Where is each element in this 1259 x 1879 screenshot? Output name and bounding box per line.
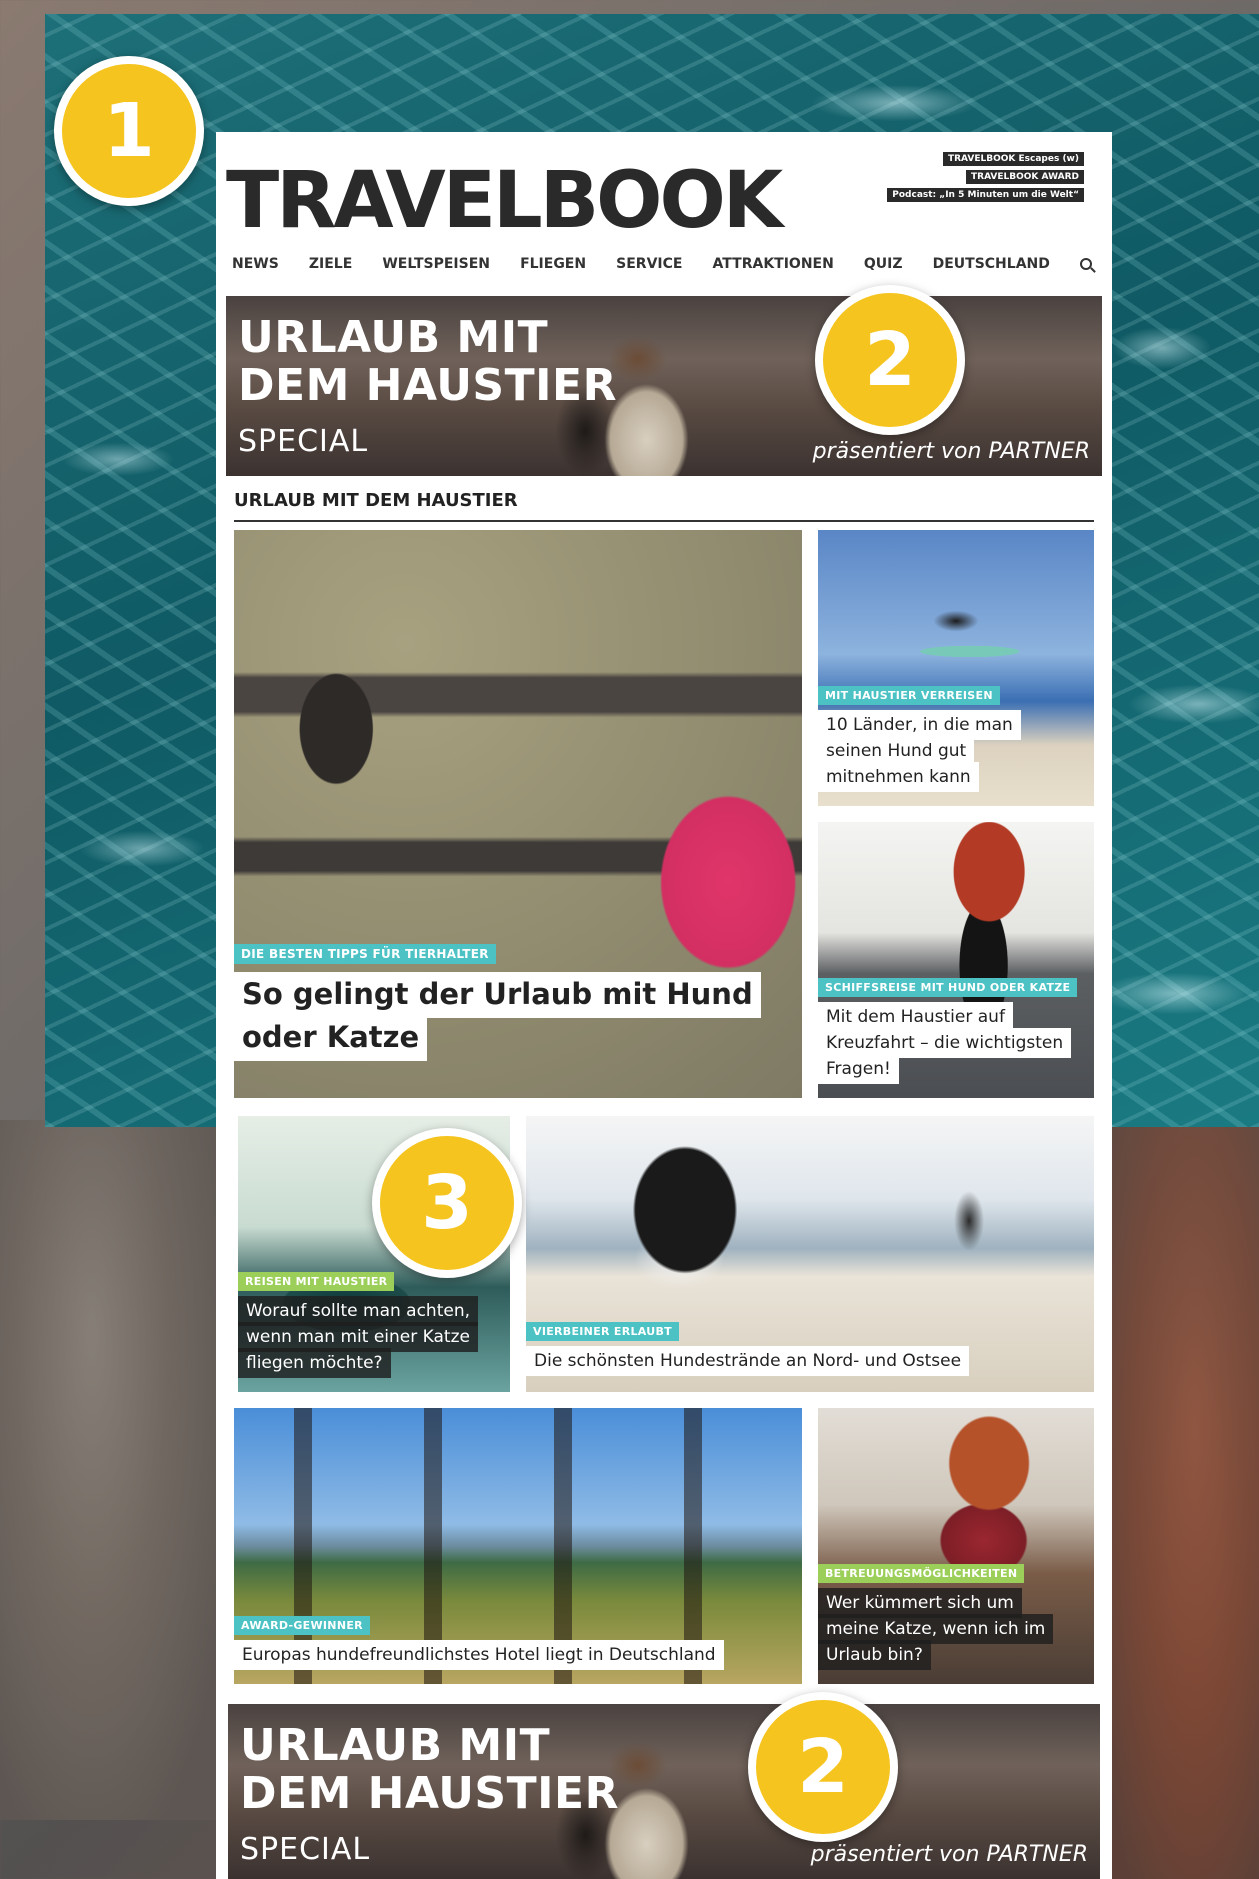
- nav-item-attraktionen[interactable]: ATTRAKTIONEN: [713, 256, 834, 272]
- section-title: URLAUB MIT DEM HAUSTIER: [234, 490, 518, 511]
- nav-item-weltspeisen[interactable]: WELTSPEISEN: [382, 256, 490, 272]
- annotation-badge-2-bottom: 2: [748, 1692, 898, 1842]
- travelbook-logo[interactable]: TRAVELBOOK: [226, 162, 783, 240]
- article-tag: SCHIFFSREISE MIT HUND ODER KATZE: [818, 978, 1078, 997]
- nav-item-ziele[interactable]: ZIELE: [309, 256, 352, 272]
- banner-subtitle: SPECIAL: [238, 424, 369, 459]
- article-headline-line3: Urlaub bin?: [818, 1640, 931, 1671]
- article-tag: MIT HAUSTIER VERREISEN: [818, 686, 1000, 705]
- article-headline: Die schönsten Hundestrände an Nord- und …: [526, 1346, 970, 1377]
- article-tag: BETREUUNGSMÖGLICHKEITEN: [818, 1564, 1025, 1583]
- article-tag: REISEN MIT HAUSTIER: [238, 1272, 395, 1291]
- article-tile-laender[interactable]: MIT HAUSTIER VERREISEN 10 Länder, in die…: [818, 530, 1094, 806]
- nav-item-deutschland[interactable]: DEUTSCHLAND: [933, 256, 1050, 272]
- article-headline-line3: fliegen möchte?: [238, 1348, 391, 1379]
- nav-item-fliegen[interactable]: FLIEGEN: [520, 256, 586, 272]
- article-tag: DIE BESTEN TIPPS FÜR TIERHALTER: [234, 944, 496, 964]
- banner-partner: präsentiert von PARTNER: [810, 1842, 1088, 1867]
- article-tag: VIERBEINER ERLAUBT: [526, 1322, 679, 1341]
- section-divider: [234, 520, 1094, 522]
- nav-item-quiz[interactable]: QUIZ: [864, 256, 903, 272]
- nav-item-news[interactable]: NEWS: [232, 256, 279, 272]
- article-tile-hotel[interactable]: AWARD-GEWINNER Europas hundefreundlichst…: [234, 1408, 802, 1684]
- banner-title-line1: URLAUB MIT: [240, 1720, 551, 1771]
- banner-title: URLAUB MIT DEM HAUSTIER: [240, 1720, 619, 1820]
- nav-item-service[interactable]: SERVICE: [616, 256, 682, 272]
- article-tile-hundestraende[interactable]: VIERBEINER ERLAUBT Die schönsten Hundest…: [526, 1116, 1094, 1392]
- top-link-award[interactable]: TRAVELBOOK AWARD: [966, 170, 1084, 184]
- special-banner-top[interactable]: URLAUB MIT DEM HAUSTIER SPECIAL präsenti…: [226, 296, 1102, 476]
- banner-title-line1: URLAUB MIT: [238, 312, 549, 363]
- top-links: TRAVELBOOK Escapes (w) TRAVELBOOK AWARD …: [887, 152, 1084, 202]
- article-tile-kreuzfahrt[interactable]: SCHIFFSREISE MIT HUND ODER KATZE Mit dem…: [818, 822, 1094, 1098]
- article-headline-line3: Fragen!: [818, 1054, 899, 1085]
- top-link-podcast[interactable]: Podcast: „In 5 Minuten um die Welt“: [887, 188, 1084, 202]
- banner-title-line2: DEM HAUSTIER: [238, 360, 617, 412]
- article-tile-tipps[interactable]: DIE BESTEN TIPPS FÜR TIERHALTER So gelin…: [234, 530, 802, 1098]
- article-headline-line3: mitnehmen kann: [818, 762, 979, 793]
- banner-title-line2: DEM HAUSTIER: [240, 1768, 619, 1820]
- article-tile-katze-betreuung[interactable]: BETREUUNGSMÖGLICHKEITEN Wer kümmert sich…: [818, 1408, 1094, 1684]
- main-navigation: NEWS ZIELE WELTSPEISEN FLIEGEN SERVICE A…: [232, 256, 1092, 272]
- banner-title: URLAUB MIT DEM HAUSTIER: [238, 312, 617, 412]
- article-headline-line1: So gelingt der Urlaub mit Hund: [234, 972, 761, 1018]
- travelbook-page: TRAVELBOOK TRAVELBOOK Escapes (w) TRAVEL…: [216, 132, 1112, 1879]
- article-headline-line2: oder Katze: [234, 1015, 428, 1061]
- top-link-escapes[interactable]: TRAVELBOOK Escapes (w): [942, 152, 1084, 166]
- search-icon[interactable]: [1079, 258, 1092, 270]
- annotation-badge-1: 1: [54, 56, 204, 206]
- annotation-badge-3: 3: [372, 1128, 522, 1278]
- annotation-badge-2-top: 2: [815, 285, 965, 435]
- special-banner-bottom[interactable]: URLAUB MIT DEM HAUSTIER SPECIAL präsenti…: [228, 1704, 1100, 1879]
- banner-partner: präsentiert von PARTNER: [812, 439, 1090, 464]
- article-headline: Europas hundefreundlichstes Hotel liegt …: [234, 1640, 724, 1671]
- banner-subtitle: SPECIAL: [240, 1832, 371, 1867]
- article-tag: AWARD-GEWINNER: [234, 1616, 370, 1635]
